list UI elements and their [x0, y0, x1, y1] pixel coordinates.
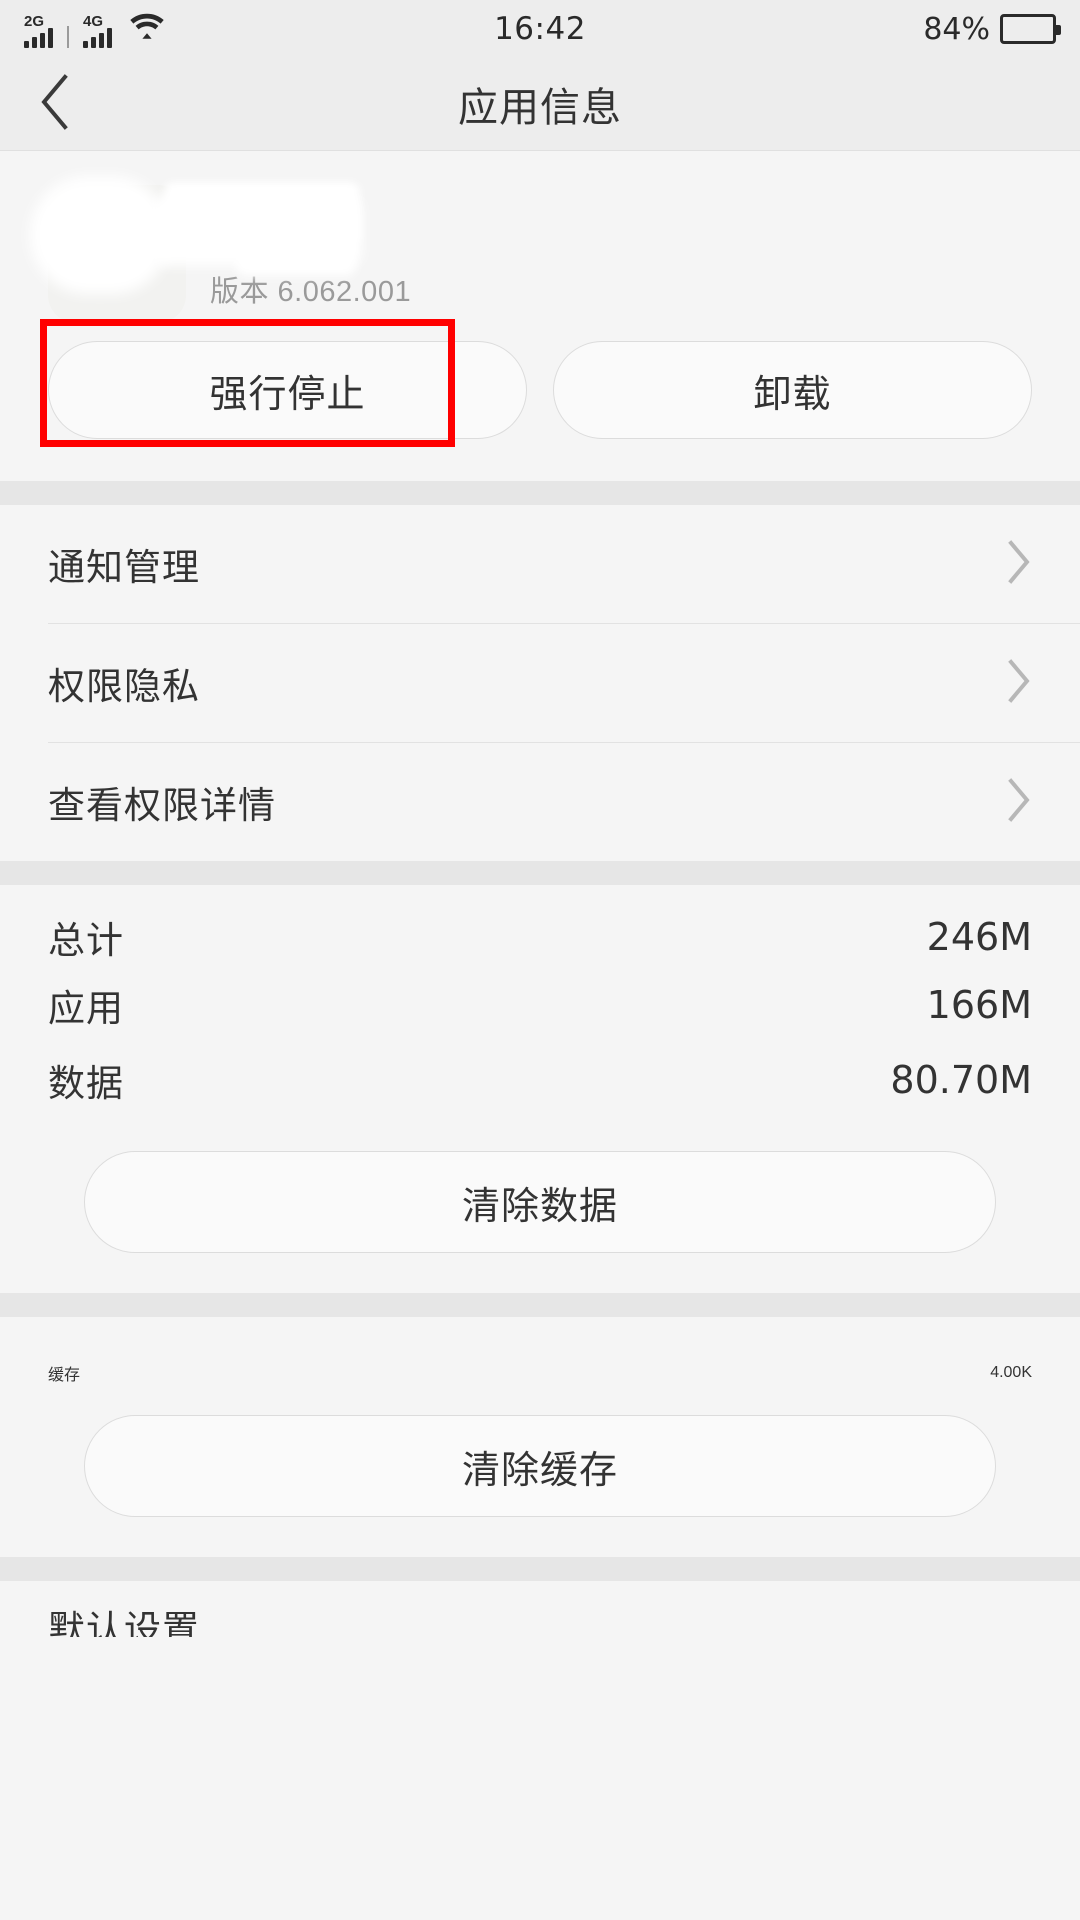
sidebar-item-permissions-privacy[interactable]: 权限隐私	[0, 624, 1080, 742]
sidebar-item-notification-management[interactable]: 通知管理	[0, 505, 1080, 623]
clear-cache-wrap: 清除缓存	[0, 1389, 1080, 1557]
page-title: 应用信息	[458, 86, 622, 130]
app-version-label: 版本 6.062.001	[210, 276, 412, 308]
row-label: 默认设置	[48, 1609, 200, 1637]
status-bar: 2G 4G 16:42 84%	[0, 0, 1080, 58]
section-divider-4	[0, 1557, 1080, 1581]
app-identity-section: 版本 6.062.001 强行停止 卸载	[0, 151, 1080, 481]
chevron-right-icon	[1006, 539, 1032, 590]
row-label: 权限隐私	[48, 666, 200, 707]
storage-row-total: 总计 246M	[0, 885, 1080, 965]
app-icon	[48, 185, 186, 323]
storage-value: 166M	[926, 983, 1032, 1027]
storage-section: 总计 246M 应用 166M 数据 80.70M 清除数据	[0, 885, 1080, 1293]
app-bar: 应用信息	[0, 58, 1080, 151]
section-divider-3	[0, 1293, 1080, 1317]
cache-row: 缓存 4.00K	[0, 1317, 1080, 1389]
cache-value: 4.00K	[990, 1364, 1032, 1381]
storage-value: 246M	[926, 915, 1032, 959]
battery-icon	[1000, 14, 1061, 44]
force-stop-button[interactable]: 强行停止	[48, 341, 527, 439]
cache-label: 缓存	[48, 1367, 81, 1384]
app-actions-row: 强行停止 卸载	[0, 319, 1080, 481]
sidebar-item-view-permission-details[interactable]: 查看权限详情	[0, 743, 1080, 861]
section-divider-2	[0, 861, 1080, 885]
back-button[interactable]	[0, 58, 110, 150]
clear-data-wrap: 清除数据	[0, 1125, 1080, 1293]
status-bar-clock: 16:42	[494, 11, 586, 47]
row-label: 通知管理	[48, 547, 200, 588]
section-divider-1	[0, 481, 1080, 505]
back-chevron-icon	[38, 73, 72, 136]
storage-label: 总计	[48, 920, 124, 961]
chevron-right-icon	[1006, 658, 1032, 709]
settings-list-section: 通知管理 权限隐私 查看权限详情	[0, 505, 1080, 861]
app-header: 版本 6.062.001	[0, 151, 1080, 333]
uninstall-button[interactable]: 卸载	[553, 341, 1032, 439]
app-meta: 版本 6.062.001	[210, 198, 640, 310]
chevron-right-icon	[1006, 777, 1032, 828]
storage-row-app: 应用 166M	[0, 965, 1080, 1045]
storage-value: 80.70M	[890, 1058, 1032, 1102]
cache-section: 缓存 4.00K 清除缓存	[0, 1317, 1080, 1557]
storage-label: 数据	[48, 1063, 124, 1104]
storage-label: 应用	[48, 988, 124, 1029]
clear-cache-button[interactable]: 清除缓存	[84, 1415, 996, 1517]
clear-data-button[interactable]: 清除数据	[84, 1151, 996, 1253]
app-name-label	[210, 204, 640, 256]
bottom-partial-row[interactable]: 默认设置	[0, 1581, 1080, 1637]
storage-row-data: 数据 80.70M	[0, 1045, 1080, 1125]
row-label: 查看权限详情	[48, 785, 276, 826]
